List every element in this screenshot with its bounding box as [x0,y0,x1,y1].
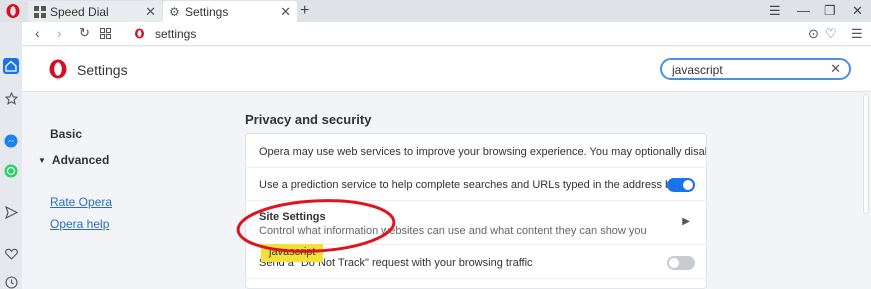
section-title: Privacy and security [245,112,372,127]
tab-speed-dial[interactable]: Speed Dial ✕ [28,1,162,22]
send-icon[interactable] [3,204,19,220]
site-settings-description: Control what information websites can us… [259,225,647,237]
left-sidebar [0,22,22,289]
info-row: Opera may use web services to improve yo… [246,134,706,168]
home-icon[interactable] [3,58,19,74]
search-input[interactable] [672,63,822,77]
prediction-service-toggle[interactable] [667,178,695,192]
tab-menu-icon[interactable]: ☰ [769,3,781,19]
search-match-tag: javascript [261,244,324,262]
row-text: Use a prediction service to help complet… [259,179,681,191]
close-tab-icon[interactable]: ✕ [145,4,156,20]
site-settings-title: Site Settings [259,211,326,223]
new-tab-button[interactable]: + [300,2,309,20]
settings-nav: Basic ▼ Advanced Rate Opera Opera help [22,92,222,289]
search-settings-field[interactable]: ✕ [660,58,851,80]
forward-button[interactable]: › [57,25,62,41]
page-title: Settings [77,62,128,78]
privacy-card: Opera may use web services to improve yo… [245,133,707,289]
settings-header: Settings ✕ [22,47,871,92]
speed-dial-icon [34,5,46,18]
tab-overview-icon[interactable] [100,28,111,39]
do-not-track-toggle[interactable] [667,256,695,270]
toggle-knob [669,258,679,268]
rate-opera-link[interactable]: Rate Opera [50,195,112,209]
address-bar: ‹ › ↻ ⊙ ♡ ☰ [22,22,871,46]
bookmarks-icon[interactable] [3,90,19,106]
toggle-knob [683,180,693,190]
chevron-right-icon: ▶ [682,216,690,227]
scrollbar[interactable] [862,92,870,289]
messenger-icon[interactable] [3,133,19,149]
nav-basic[interactable]: Basic [50,127,82,141]
tab-strip: Speed Dial ✕ ⚙ Settings ✕ + ☰ — ❐ ✕ [0,0,871,22]
tab-settings[interactable]: ⚙ Settings ✕ [163,1,297,22]
row-text: Opera may use web services to improve yo… [259,146,706,158]
opera-logo-icon [49,59,67,79]
easy-setup-icon[interactable]: ☰ [851,26,863,42]
opera-menu-icon[interactable] [5,3,21,19]
reload-button[interactable]: ↻ [79,25,90,41]
close-window-button[interactable]: ✕ [852,3,863,19]
opera-help-link[interactable]: Opera help [50,217,109,231]
tab-label: Settings [185,4,229,19]
url-input[interactable] [155,27,555,41]
tab-label: Speed Dial [50,4,109,19]
camera-icon[interactable]: ⊙ [808,26,819,42]
close-tab-icon[interactable]: ✕ [280,4,291,20]
scrollbar-thumb[interactable] [863,94,869,214]
nav-advanced[interactable]: ▼ Advanced [38,153,109,167]
heart-icon[interactable] [3,246,19,262]
site-settings-row[interactable]: Site Settings Control what information w… [246,201,706,245]
caret-down-icon: ▼ [38,156,46,166]
history-icon[interactable] [3,274,19,289]
opera-page-icon [135,28,144,39]
gear-icon: ⚙ [169,4,180,19]
whatsapp-icon[interactable] [3,163,19,179]
minimize-button[interactable]: — [797,3,810,18]
clear-search-icon[interactable]: ✕ [830,61,841,77]
prediction-service-row[interactable]: Use a prediction service to help complet… [246,168,706,201]
back-button[interactable]: ‹ [35,25,40,41]
heart-icon[interactable]: ♡ [825,26,837,42]
nav-advanced-label: Advanced [51,153,110,167]
maximize-button[interactable]: ❐ [824,3,836,19]
